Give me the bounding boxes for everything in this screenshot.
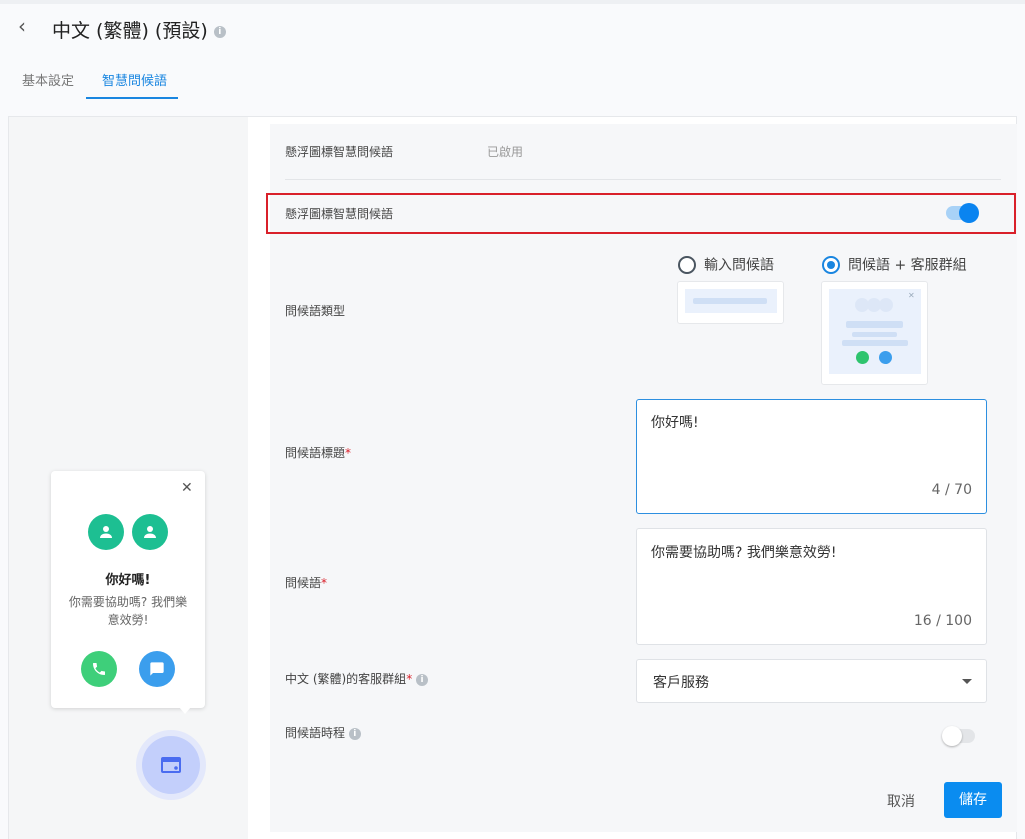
type-thumbnail-input[interactable]: [677, 281, 784, 324]
top-bar: [0, 0, 1025, 4]
greeting-title-input[interactable]: 你好嗎! 4 / 70: [636, 399, 987, 514]
info-icon[interactable]: i: [348, 727, 361, 740]
agent-avatar-icon: [132, 514, 168, 550]
active-tab-indicator: [86, 97, 178, 99]
info-icon[interactable]: i: [213, 25, 226, 38]
back-button[interactable]: ‹: [18, 14, 26, 38]
toggle-label: 懸浮圖標智慧問候語: [285, 207, 394, 221]
type-label: 問候語類型: [285, 304, 346, 318]
status-label: 懸浮圖標智慧問候語: [285, 145, 394, 159]
floating-widget-button[interactable]: [136, 730, 206, 800]
info-icon[interactable]: i: [416, 673, 429, 686]
schedule-label: 問候語時程 i: [285, 724, 361, 741]
popup-pointer: [179, 707, 191, 714]
schedule-toggle[interactable]: [942, 726, 975, 746]
close-icon[interactable]: ✕: [181, 480, 193, 496]
phone-icon[interactable]: [81, 651, 117, 687]
tab-smart-greeting[interactable]: 智慧問候語: [102, 70, 167, 89]
preview-title: 你好嗎!: [105, 573, 151, 588]
save-button[interactable]: 儲存: [944, 782, 1002, 818]
page-title: 中文 (繁體) (預設) i: [52, 16, 226, 43]
greeting-preview-popup: ✕ 你好嗎! 你需要協助嗎? 我們樂意效勞!: [51, 471, 205, 714]
agent-group-select[interactable]: 客戶服務: [636, 659, 987, 703]
status-value: 已啟用: [487, 145, 524, 159]
tab-basic-settings[interactable]: 基本設定: [22, 70, 74, 89]
cancel-button[interactable]: 取消: [876, 791, 926, 811]
smart-greeting-toggle[interactable]: [946, 203, 979, 223]
type-thumbnail-group[interactable]: ✕: [821, 281, 928, 385]
chevron-down-icon: [962, 679, 972, 684]
radio-type-input-greeting[interactable]: 輸入問候語: [678, 254, 774, 275]
radio-type-greeting-group[interactable]: 問候語 + 客服群組: [822, 254, 967, 275]
message-char-count: 16 / 100: [913, 613, 972, 629]
chat-icon[interactable]: [139, 651, 175, 687]
divider: [285, 179, 1001, 180]
greeting-message-input[interactable]: 你需要協助嗎? 我們樂意效勞! 16 / 100: [636, 528, 987, 645]
title-label: 問候語標題*: [285, 446, 352, 460]
group-label: 中文 (繁體)的客服群組* i: [285, 670, 429, 687]
title-char-count: 4 / 70: [931, 482, 972, 498]
preview-message: 你需要協助嗎? 我們樂意效勞!: [68, 595, 188, 627]
message-label: 問候語*: [285, 576, 328, 590]
agent-avatar-icon: [88, 514, 124, 550]
